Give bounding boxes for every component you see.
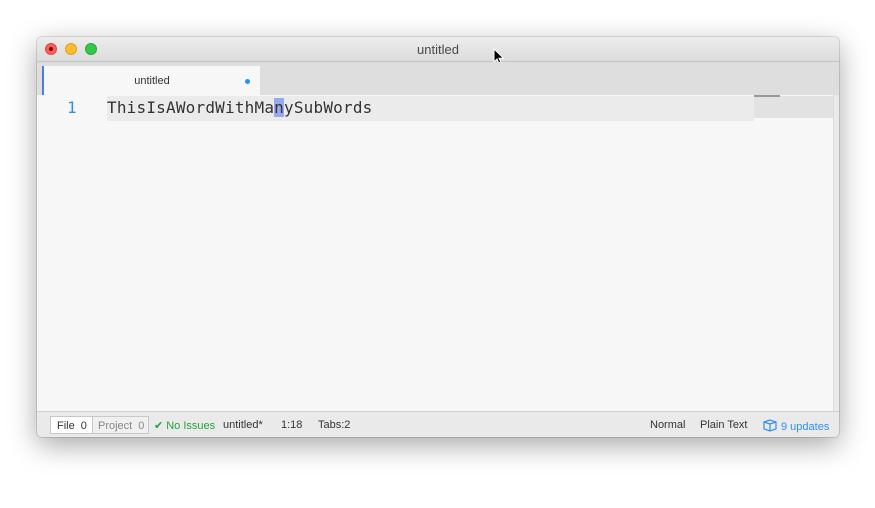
project-issues-button[interactable]: Project 0	[92, 416, 149, 434]
issues-text: No Issues	[166, 420, 216, 432]
file-label: File	[57, 420, 75, 432]
title-bar[interactable]: untitled	[37, 37, 839, 66]
modified-dot-icon[interactable]	[245, 79, 250, 84]
project-label: Project	[98, 420, 133, 432]
file-issues-button[interactable]: File 0	[50, 416, 92, 434]
status-bar: File 0 Project 0 ✔ No Issues untitled* 1:18…	[37, 411, 839, 437]
line-number: 1	[67, 98, 77, 117]
linter-status[interactable]: ✔ No Issues	[154, 419, 215, 432]
minimap[interactable]	[754, 95, 833, 118]
selected-text: n	[274, 98, 285, 117]
text-editor[interactable]: 1 ThisIsAWordWithManySubWords	[37, 95, 833, 411]
minimize-window-button[interactable]	[65, 43, 77, 55]
tab-length-status[interactable]: Tabs:2	[318, 419, 350, 431]
zoom-window-button[interactable]	[85, 43, 97, 55]
editor-mode-status[interactable]: Normal	[650, 419, 685, 431]
updates-text: 9 updates	[781, 421, 830, 433]
file-count: 0	[80, 420, 87, 432]
project-count: 0	[138, 420, 145, 432]
file-name-status[interactable]: untitled*	[223, 419, 263, 431]
grammar-selector[interactable]: Plain Text	[700, 419, 748, 431]
window-title: untitled	[417, 41, 459, 57]
tab-untitled[interactable]: untitled	[42, 66, 260, 96]
cursor-position[interactable]: 1:18	[281, 419, 302, 431]
checkmark-icon: ✔	[154, 420, 164, 432]
editor-window: untitled untitled 1 ThisIsAWordWithManyS…	[37, 37, 839, 437]
close-window-button[interactable]	[45, 43, 57, 55]
package-updates[interactable]: 9 updates	[763, 419, 829, 433]
vertical-scrollbar[interactable]	[833, 95, 839, 411]
tab-bar: untitled	[37, 62, 839, 96]
code-text-after: ySubWords	[284, 98, 373, 117]
tab-label: untitled	[134, 75, 170, 87]
package-icon	[763, 419, 777, 432]
code-line[interactable]: ThisIsAWordWithManySubWords	[107, 98, 373, 117]
code-text-before: ThisIsAWordWithMa	[107, 98, 275, 117]
